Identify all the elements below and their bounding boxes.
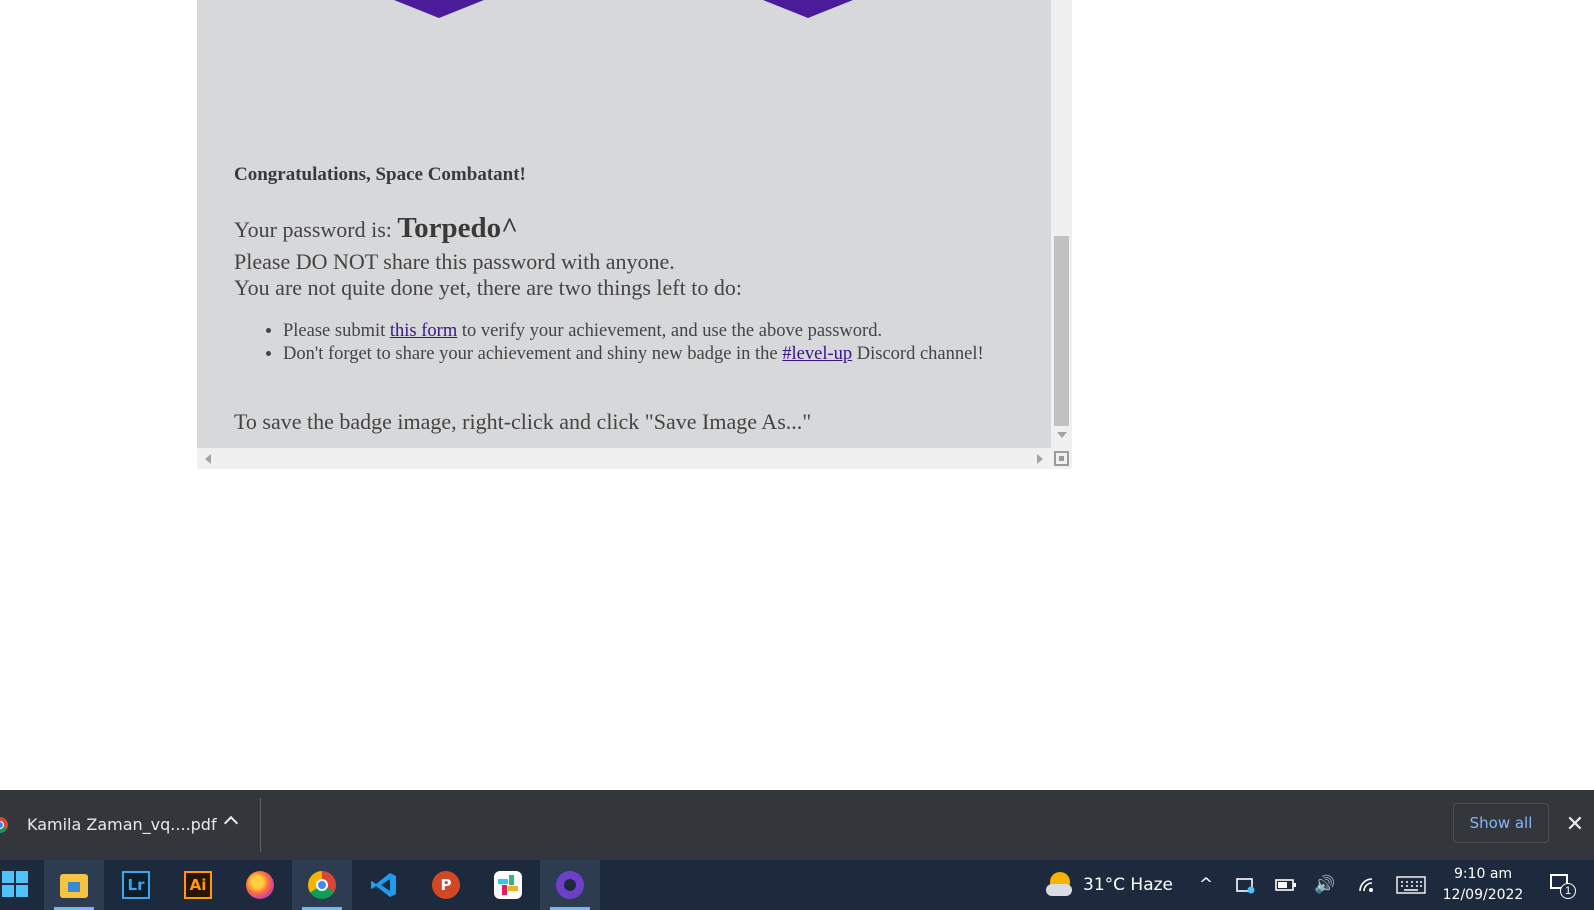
todo-text: Please submit <box>283 321 386 341</box>
chevron-up-icon[interactable] <box>223 815 239 831</box>
vertical-scroll-thumb[interactable] <box>1054 236 1069 426</box>
list-item: Please submit this form to verify your a… <box>283 320 1051 343</box>
divider <box>260 798 261 852</box>
level-up-channel-link[interactable]: #level-up <box>782 344 852 364</box>
congrats-heading: Congratulations, Space Combatant! <box>234 164 526 185</box>
scroll-left-arrow-icon[interactable] <box>205 454 211 464</box>
cloud-icon <box>1046 884 1072 896</box>
resize-handle-icon[interactable] <box>1054 451 1069 466</box>
todo-list: Please submit this form to verify your a… <box>234 320 1051 366</box>
vscode-icon[interactable] <box>370 871 398 899</box>
password-line: Your password is: Torpedo^ <box>234 212 518 245</box>
clock-date: 12/09/2022 <box>1442 887 1524 903</box>
sync-status-icon[interactable] <box>1234 860 1258 910</box>
keyboard-icon[interactable] <box>1394 860 1428 910</box>
system-clock[interactable]: 9:10 am 12/09/2022 <box>1440 864 1526 906</box>
close-icon[interactable]: ✕ <box>1563 812 1587 836</box>
weather-icon[interactable] <box>1046 872 1072 898</box>
downloads-bar: Kamila Zaman_vq....pdf Show all ✕ <box>0 790 1594 860</box>
volume-icon[interactable]: 🔊 <box>1312 860 1338 910</box>
download-item[interactable]: Kamila Zaman_vq....pdf <box>0 790 262 860</box>
taskbar-app-firefox[interactable] <box>230 860 290 910</box>
firefox-icon[interactable] <box>246 871 274 899</box>
todo-text: to verify your achievement, and use the … <box>461 321 883 341</box>
chevron-up-tray-icon[interactable]: ^ <box>1194 860 1218 910</box>
not-done-notice: You are not quite done yet, there are tw… <box>234 275 742 300</box>
taskbar-app-vscode[interactable] <box>354 860 414 910</box>
badge-image-left[interactable] <box>394 0 484 18</box>
scroll-right-arrow-icon[interactable] <box>1037 454 1043 464</box>
powerpoint-icon[interactable]: P <box>432 871 460 899</box>
todo-text: Don't forget to share your achievement a… <box>283 344 778 364</box>
github-desktop-icon[interactable] <box>556 871 584 899</box>
taskbar-app-lightroom[interactable]: Lr <box>106 860 166 910</box>
battery-icon[interactable] <box>1274 860 1298 910</box>
slack-icon[interactable] <box>494 871 522 899</box>
wifi-icon[interactable] <box>1356 860 1380 910</box>
scroll-down-arrow-icon[interactable] <box>1057 432 1067 438</box>
vertical-scrollbar[interactable] <box>1051 0 1072 448</box>
windows-start-icon[interactable] <box>2 871 30 899</box>
start-button[interactable] <box>0 860 46 910</box>
notification-center-icon[interactable]: 1 <box>1548 872 1576 899</box>
todo-text: Discord channel! <box>856 344 984 364</box>
password-value: Torpedo^ <box>397 212 518 244</box>
taskbar-app-chrome[interactable] <box>292 860 352 910</box>
no-share-notice: Please DO NOT share this password with a… <box>234 249 675 274</box>
badge-page-content: Congratulations, Space Combatant! Your p… <box>197 0 1051 448</box>
taskbar: Lr Ai P 31°C Haze ^ 🔊 9:10 am 12/09/2022… <box>0 860 1594 910</box>
chrome-icon[interactable] <box>308 871 336 899</box>
horizontal-scrollbar[interactable] <box>197 448 1051 469</box>
chrome-file-icon <box>0 817 8 833</box>
badge-image-right[interactable] <box>763 0 853 18</box>
taskbar-app-powerpoint[interactable]: P <box>416 860 476 910</box>
save-image-note: To save the badge image, right-click and… <box>234 409 812 434</box>
list-item: Don't forget to share your achievement a… <box>283 343 1051 366</box>
illustrator-icon[interactable]: Ai <box>184 871 212 899</box>
resize-corner[interactable] <box>1051 448 1072 469</box>
taskbar-app-illustrator[interactable]: Ai <box>168 860 228 910</box>
clock-time: 9:10 am <box>1453 866 1513 882</box>
this-form-link[interactable]: this form <box>390 321 457 341</box>
lightroom-icon[interactable]: Lr <box>122 871 150 899</box>
password-label: Your password is: <box>234 217 392 242</box>
file-explorer-icon[interactable] <box>60 874 88 898</box>
taskbar-app-slack[interactable] <box>478 860 538 910</box>
weather-widget[interactable]: 31°C Haze <box>1083 860 1173 910</box>
show-all-button[interactable]: Show all <box>1453 803 1549 843</box>
embedded-frame: Congratulations, Space Combatant! Your p… <box>197 0 1072 469</box>
taskbar-app-github-desktop[interactable] <box>540 860 600 910</box>
taskbar-app-file-explorer[interactable] <box>44 860 104 910</box>
notification-count-badge: 1 <box>1560 883 1576 899</box>
download-file-name[interactable]: Kamila Zaman_vq....pdf <box>27 815 217 834</box>
